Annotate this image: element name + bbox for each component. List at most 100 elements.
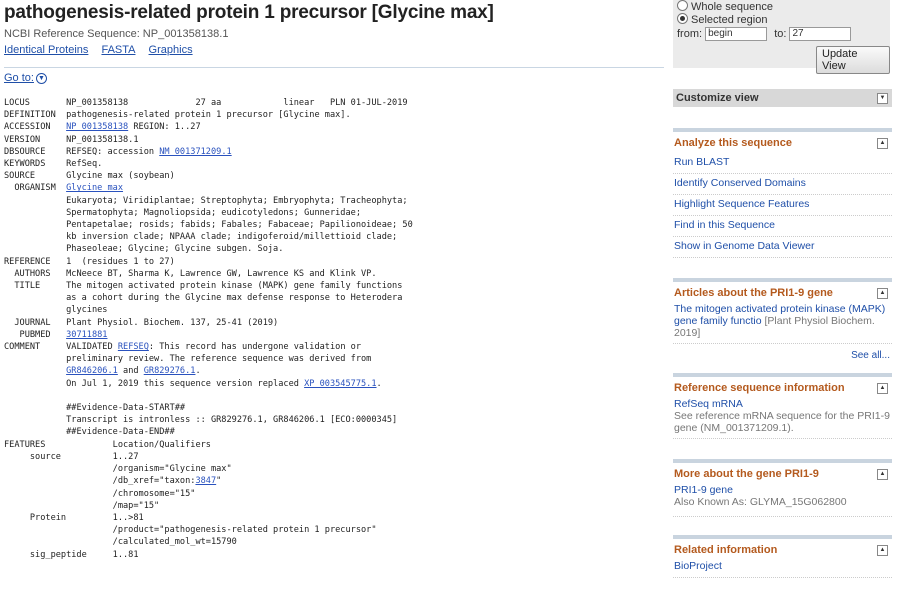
conserved-domains-link[interactable]: Identify Conserved Domains	[673, 174, 892, 195]
evidence-line: Transcript is intronless :: GR829276.1, …	[66, 415, 398, 426]
taxonomy-line: Phaseoleae; Glycine; Glycine subgen. Soj…	[66, 244, 284, 255]
radio-whole[interactable]	[677, 0, 688, 11]
run-blast-link[interactable]: Run BLAST	[673, 153, 892, 174]
panel-bar	[673, 535, 892, 539]
refinfo-title: Reference sequence information	[674, 382, 845, 394]
chevron-up-icon[interactable]: ▲	[877, 545, 888, 556]
comment-text: On Jul 1, 2019 this sequence version rep…	[66, 378, 305, 389]
evidence-start: ##Evidence-Data-START##	[66, 403, 186, 414]
qualifier: /chromosome="15"	[112, 488, 196, 499]
graphics-link[interactable]: Graphics	[149, 44, 193, 56]
comment-text: .	[195, 366, 201, 377]
reference-value: 1 (residues 1 to 27)	[66, 256, 175, 267]
refseq-mrna-link[interactable]: RefSeq mRNA	[673, 398, 892, 410]
source-value: Glycine max (soybean)	[66, 171, 175, 182]
accession-link[interactable]: NP_001358138	[66, 122, 128, 132]
qualifier: "	[216, 476, 222, 487]
customize-view-header[interactable]: Customize view ▼	[673, 89, 892, 107]
panel-bar	[673, 373, 892, 377]
page-title: pathogenesis-related protein 1 precursor…	[4, 2, 494, 23]
ref-title-line: The mitogen activated protein kinase (MA…	[66, 281, 403, 292]
articles-panel: Articles about the PRI1-9 gene ▲ The mito…	[673, 278, 892, 361]
gene-title: More about the gene PRI1-9	[674, 468, 819, 480]
refseq-id: NCBI Reference Sequence: NP_001358138.1	[4, 28, 229, 40]
highlight-features-link[interactable]: Highlight Sequence Features	[673, 195, 892, 216]
fasta-link[interactable]: FASTA	[101, 44, 135, 56]
comment-text: VALIDATED	[66, 342, 118, 353]
pubmed-link[interactable]: 30711881	[66, 330, 107, 340]
find-in-sequence-link[interactable]: Find in this Sequence	[673, 216, 892, 237]
chevron-up-icon[interactable]: ▲	[877, 288, 888, 299]
gene-link[interactable]: PRI1-9 gene	[673, 484, 892, 496]
version-value: NP_001358138.1	[66, 134, 139, 145]
genbank-record: LOCUS NP_001358138 27 aa linear PLN 01-J…	[4, 98, 413, 560]
chevron-down-icon[interactable]: ▼	[877, 93, 888, 104]
refseq-link[interactable]: REFSEQ	[118, 342, 149, 352]
gene-panel: More about the gene PRI1-9 ▲ PRI1-9 gene …	[673, 459, 892, 517]
selected-region-label: Selected region	[691, 14, 768, 26]
qualifier: /organism="Glycine max"	[112, 464, 232, 475]
gr829276-link[interactable]: GR829276.1	[144, 366, 196, 376]
ref-title-line: glycines	[66, 305, 108, 316]
qualifier: /product="pathogenesis-related protein 1…	[112, 525, 377, 536]
authors-value: McNeece BT, Sharma K, Lawrence GW, Lawre…	[66, 268, 377, 279]
analyze-panel: Analyze this sequence ▲ Run BLAST Identif…	[673, 128, 892, 258]
qualifier: /calculated_mol_wt=15790	[112, 537, 237, 548]
view-selector: Whole sequence Selected region from: beg…	[673, 0, 890, 74]
chevron-down-icon[interactable]: ▼	[35, 72, 47, 84]
divider	[4, 67, 664, 68]
dbsource-text: REFSEQ: accession	[66, 146, 160, 157]
region-range: from: begin to: 27	[677, 27, 852, 41]
refinfo-panel: Reference sequence information ▲ RefSeq m…	[673, 373, 892, 439]
chevron-up-icon[interactable]: ▲	[877, 383, 888, 394]
top-links: Identical Proteins FASTA Graphics	[4, 44, 203, 56]
articles-title: Articles about the PRI1-9 gene	[674, 287, 833, 299]
from-input[interactable]: begin	[705, 27, 768, 41]
customize-view-label: Customize view	[676, 92, 759, 104]
panel-bar	[673, 128, 892, 132]
bioproject-link[interactable]: BioProject	[673, 560, 892, 578]
qualifier: /db_xref="taxon:	[112, 476, 196, 487]
ref-title-line: as a cohort during the Glycine max defen…	[66, 293, 403, 304]
genome-viewer-link[interactable]: Show in Genome Data Viewer	[673, 237, 892, 258]
journal-value: Plant Physiol. Biochem. 137, 25-41 (2019…	[66, 317, 279, 328]
see-all-link[interactable]: See all...	[673, 350, 892, 361]
xp-link[interactable]: XP_003545775.1	[304, 379, 376, 389]
taxonomy-line: Spermatophyta; Magnoliopsida; eudicotyle…	[66, 207, 362, 218]
accession-region: REGION: 1..27	[128, 122, 201, 133]
article-item: The mitogen activated protein kinase (MA…	[673, 303, 892, 344]
chevron-up-icon[interactable]: ▲	[877, 138, 888, 149]
radio-selected[interactable]	[677, 13, 688, 24]
refinfo-desc: See reference mRNA sequence for the PRI1…	[673, 410, 892, 439]
protein-location: 1..>81	[112, 512, 144, 523]
goto-label[interactable]: Go to:	[4, 72, 34, 84]
sig-peptide-location: 1..81	[112, 549, 139, 560]
qualifier: /map="15"	[112, 500, 160, 511]
comment-text: : This record has undergone validation o…	[148, 342, 362, 353]
goto-menu[interactable]: Go to: ▼	[4, 72, 47, 84]
whole-sequence-option[interactable]: Whole sequence	[677, 0, 773, 13]
definition-value: pathogenesis-related protein 1 precursor…	[66, 110, 351, 121]
panel-bar	[673, 278, 892, 282]
related-panel: Related information ▲ BioProject	[673, 535, 892, 578]
taxonomy-line: Pentapetalae; rosids; fabids; Fabales; F…	[66, 220, 413, 231]
update-view-button[interactable]: Update View	[816, 46, 890, 74]
taxon-link[interactable]: 3847	[195, 476, 216, 486]
gr846206-link[interactable]: GR846206.1	[66, 366, 118, 376]
selected-region-option[interactable]: Selected region	[677, 13, 767, 26]
gene-aka: Also Known As: GLYMA_15G062800	[673, 496, 892, 517]
identical-proteins-link[interactable]: Identical Proteins	[4, 44, 88, 56]
dbsource-link[interactable]: NM_001371209.1	[159, 147, 231, 157]
keywords-value: RefSeq.	[66, 159, 103, 170]
comment-text: .	[376, 378, 382, 389]
taxonomy-line: kb inversion clade; NPAAA clade; indigof…	[66, 232, 398, 243]
locus-value: NP_001358138 27 aa linear PLN 01-JUL-201…	[66, 98, 408, 108]
chevron-up-icon[interactable]: ▲	[877, 469, 888, 480]
to-input[interactable]: 27	[789, 27, 852, 41]
source-location: 1..27	[112, 451, 139, 462]
whole-sequence-label: Whole sequence	[691, 1, 773, 13]
organism-link[interactable]: Glycine max	[66, 183, 123, 193]
to-label: to:	[774, 27, 787, 40]
comment-text: preliminary review. The reference sequen…	[66, 354, 372, 365]
evidence-end: ##Evidence-Data-END##	[66, 427, 175, 438]
